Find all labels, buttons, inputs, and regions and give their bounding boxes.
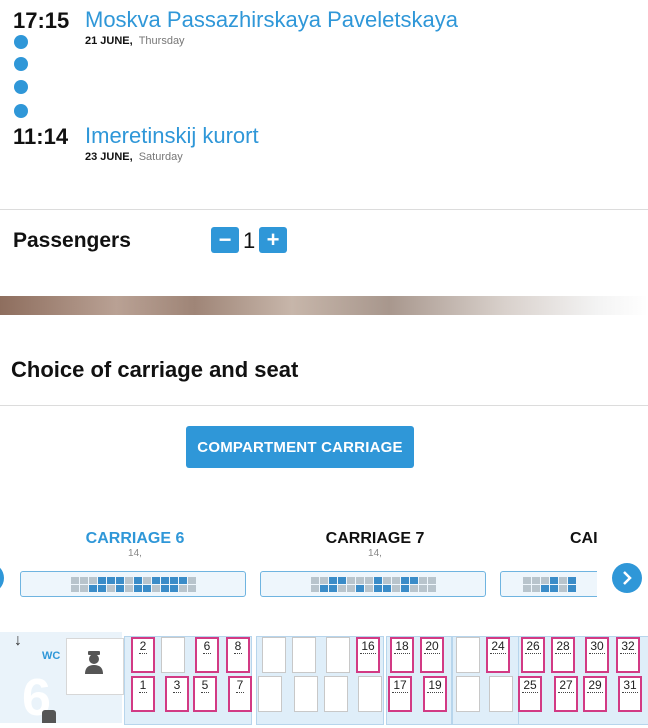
passengers-decrement-button[interactable]: − xyxy=(211,227,239,253)
passengers-count: 1 xyxy=(243,228,256,253)
carriage-prev-button[interactable] xyxy=(0,563,4,593)
route-dot xyxy=(14,104,28,118)
seat-upper[interactable]: 8 xyxy=(226,637,250,673)
carriage-tab-sub: 14, xyxy=(368,548,382,559)
seat-upper xyxy=(456,637,480,673)
seat-upper[interactable]: 6 xyxy=(195,637,219,673)
seat-upper[interactable]: 20 xyxy=(420,637,444,673)
mini-map-cells xyxy=(522,576,576,592)
seat-lower[interactable]: 31 xyxy=(618,676,642,712)
seat-lower[interactable]: 19 xyxy=(423,676,447,712)
divider xyxy=(0,209,648,210)
seat-lower[interactable]: 29 xyxy=(583,676,607,712)
carriage-tab-label: CARRIAGE 6 xyxy=(85,530,185,547)
seat-lower xyxy=(358,676,382,712)
seat-upper[interactable]: 16 xyxy=(356,637,380,673)
carriage-tab-label: CAI xyxy=(570,530,598,547)
decorative-photo-strip xyxy=(0,296,648,315)
mini-map-cells xyxy=(70,576,196,592)
seat-upper[interactable]: 28 xyxy=(551,637,575,673)
seat-upper[interactable]: 32 xyxy=(616,637,640,673)
arrival-date-text: 23 JUNE, xyxy=(85,151,133,163)
arrival-station[interactable]: Imeretinskij kurort xyxy=(85,123,259,149)
departure-date: 21 JUNE, Thursday xyxy=(85,35,185,47)
chevron-right-icon xyxy=(623,571,632,585)
carriage-mini-map-8[interactable] xyxy=(500,571,597,597)
arrow-down-icon: ↓ xyxy=(14,632,22,649)
wc-label: WC xyxy=(42,650,61,662)
carriage-tab-8[interactable]: CAI xyxy=(570,530,598,548)
section-title: Choice of carriage and seat xyxy=(11,357,299,382)
arrival-day: Saturday xyxy=(138,151,183,163)
seat-upper[interactable]: 18 xyxy=(390,637,414,673)
seat-lower[interactable]: 3 xyxy=(165,676,189,712)
seat-lower[interactable]: 17 xyxy=(388,676,412,712)
seat-lower[interactable]: 5 xyxy=(193,676,217,712)
seat-upper xyxy=(161,637,185,673)
mini-map-cells xyxy=(310,576,436,592)
departure-date-text: 21 JUNE, xyxy=(85,35,133,47)
seat-upper xyxy=(326,637,350,673)
carriage-tab-6[interactable]: CARRIAGE 6 14, xyxy=(20,530,250,559)
seat-upper xyxy=(262,637,286,673)
seat-upper xyxy=(292,637,316,673)
bin-icon xyxy=(42,710,56,723)
seat-upper[interactable]: 26 xyxy=(521,637,545,673)
carriage-tab-label: CARRIAGE 7 xyxy=(325,530,425,547)
seat-upper[interactable]: 24 xyxy=(486,637,510,673)
seat-lower xyxy=(258,676,282,712)
carriage-mini-map-6[interactable] xyxy=(20,571,246,597)
seat-lower xyxy=(456,676,480,712)
carriage-tab-7[interactable]: CARRIAGE 7 14, xyxy=(260,530,490,559)
passengers-label: Passengers xyxy=(13,229,131,252)
seat-lower xyxy=(489,676,513,712)
departure-day: Thursday xyxy=(138,35,185,47)
route-dot xyxy=(14,57,28,71)
seat-upper[interactable]: 2 xyxy=(131,637,155,673)
departure-station[interactable]: Moskva Passazhirskaya Paveletskaya xyxy=(85,7,458,33)
seat-upper[interactable]: 30 xyxy=(585,637,609,673)
departure-time: 17:15 xyxy=(13,8,70,33)
carriage-next-button[interactable] xyxy=(612,563,642,593)
carriage-mini-map-7[interactable] xyxy=(260,571,486,597)
route-dot xyxy=(14,80,28,94)
carriage-tab-sub: 14, xyxy=(128,548,142,559)
seat-lower[interactable]: 25 xyxy=(518,676,542,712)
compartment-carriage-button[interactable]: COMPARTMENT CARRIAGE xyxy=(186,426,414,468)
seat-lower[interactable]: 27 xyxy=(554,676,578,712)
divider xyxy=(0,405,648,406)
passengers-increment-button[interactable]: + xyxy=(259,227,287,253)
conductor-icon xyxy=(85,651,103,674)
seat-lower xyxy=(294,676,318,712)
arrival-date: 23 JUNE, Saturday xyxy=(85,151,183,163)
arrival-time: 11:14 xyxy=(13,124,69,149)
seat-lower[interactable]: 1 xyxy=(131,676,155,712)
seat-lower[interactable]: 7 xyxy=(228,676,252,712)
seat-lower xyxy=(324,676,348,712)
route-dot xyxy=(14,35,28,49)
